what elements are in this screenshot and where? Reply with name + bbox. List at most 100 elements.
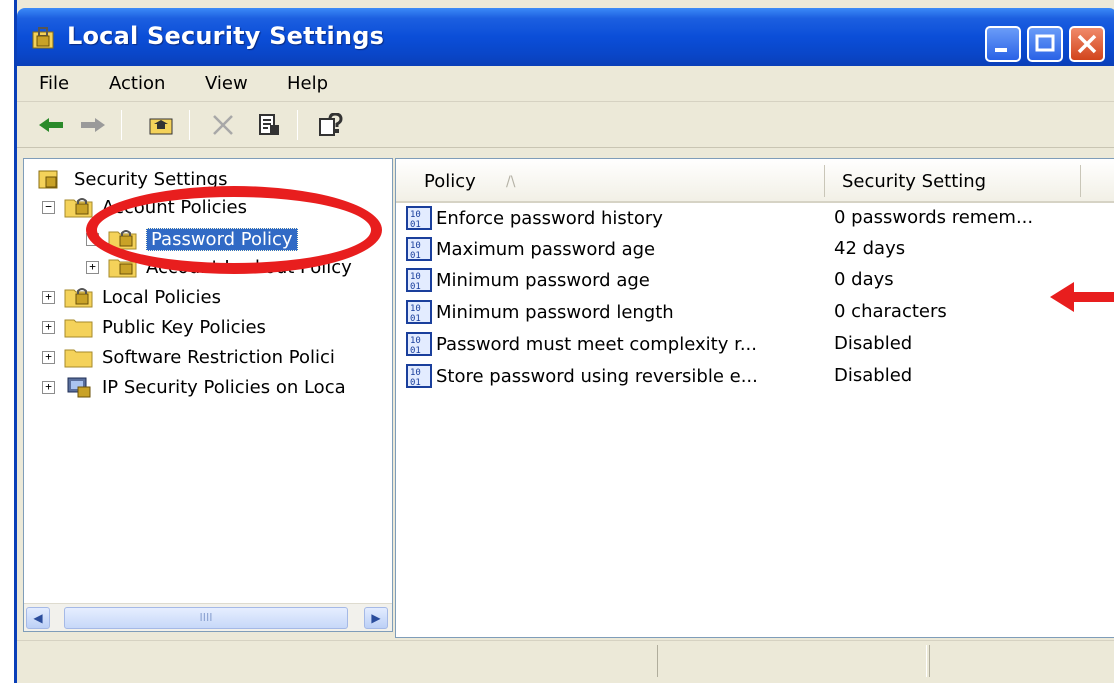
policy-icon: 1001 (406, 206, 432, 230)
svg-text:10: 10 (410, 368, 421, 378)
column-header-security-setting[interactable]: Security Setting (842, 171, 986, 192)
forward-icon (81, 118, 105, 132)
up-folder-button[interactable] (145, 110, 177, 140)
title-bar[interactable]: Local Security Settings (17, 8, 1114, 66)
tree-label: Public Key Policies (102, 316, 266, 338)
policy-setting: 0 characters (834, 301, 947, 322)
toolbar (17, 102, 1114, 148)
tree-item-software-restriction-policies[interactable]: Software Restriction Polici (64, 343, 335, 371)
policy-row[interactable]: 10 01 Store password using reversible e..… (406, 361, 758, 391)
svg-text:10: 10 (410, 241, 421, 251)
toolbar-separator (121, 110, 122, 140)
locked-folder-icon (64, 198, 93, 218)
tree-label: IP Security Policies on Loca (102, 376, 346, 398)
svg-text:01: 01 (410, 346, 421, 356)
maximize-button[interactable] (1027, 26, 1063, 62)
svg-text:01: 01 (410, 220, 421, 230)
help-icon (319, 113, 343, 136)
policy-row[interactable]: 10 01 Password must meet complexity r... (406, 329, 757, 359)
svg-text:01: 01 (410, 314, 421, 324)
policy-setting: 0 passwords remem... (834, 207, 1034, 228)
status-panel (929, 645, 1114, 677)
maximize-icon (1035, 34, 1055, 52)
close-icon (1077, 34, 1097, 54)
folder-icon (64, 349, 93, 368)
tree-item-public-key-policies[interactable]: Public Key Policies (64, 313, 266, 341)
svg-text:10: 10 (410, 272, 421, 282)
locked-folder-icon (64, 288, 93, 308)
tree-label: Local Policies (102, 286, 221, 308)
folder-icon (64, 319, 93, 338)
close-button[interactable] (1069, 26, 1105, 62)
properties-button[interactable] (253, 110, 285, 140)
menu-action[interactable]: Action (109, 73, 165, 94)
local-security-settings-window: Local Security Settings File Action View… (14, 0, 1114, 683)
policy-list-pane: Policy /\ Security Setting 10 01 Enforce … (395, 158, 1114, 638)
policy-row[interactable]: 10 01 Minimum password age (406, 265, 650, 295)
policy-icon: 1001 (406, 332, 432, 356)
policy-setting: Disabled (834, 365, 913, 386)
policy-icon: 1001 (406, 364, 432, 388)
menu-help[interactable]: Help (287, 73, 328, 94)
security-settings-icon (32, 27, 54, 49)
expand-toggle[interactable]: + (42, 351, 55, 364)
policy-icon: 1001 (406, 237, 432, 261)
back-icon (39, 118, 63, 132)
expand-toggle[interactable]: + (42, 381, 55, 394)
ip-security-icon (67, 377, 91, 398)
policy-setting: Disabled (834, 333, 913, 354)
policy-row[interactable]: 10 01 Minimum password length (406, 297, 674, 327)
minimize-icon (995, 48, 1007, 52)
scroll-thumb[interactable]: IIII (64, 607, 348, 629)
menu-file[interactable]: File (39, 73, 69, 94)
minimize-button[interactable] (985, 26, 1021, 62)
svg-text:01: 01 (410, 282, 421, 292)
collapse-toggle[interactable]: − (42, 201, 55, 214)
column-divider[interactable] (824, 165, 825, 197)
svg-text:10: 10 (410, 304, 421, 314)
toolbar-separator (189, 110, 190, 140)
expand-toggle[interactable]: + (86, 261, 99, 274)
status-panel (657, 645, 927, 677)
menu-view[interactable]: View (205, 73, 248, 94)
back-button[interactable] (35, 110, 67, 140)
expand-toggle[interactable]: + (42, 321, 55, 334)
scroll-left-button[interactable]: ◀ (26, 607, 50, 629)
horizontal-scrollbar[interactable]: ◀ IIII ▶ (24, 603, 392, 631)
policy-name: Minimum password age (436, 269, 650, 291)
properties-icon (259, 114, 279, 135)
policy-setting: 42 days (834, 238, 906, 259)
toolbar-separator (297, 110, 298, 140)
tree-item-ip-security-policies[interactable]: IP Security Policies on Loca (64, 373, 346, 401)
security-settings-icon (38, 170, 58, 189)
svg-text:01: 01 (410, 378, 421, 388)
window-title: Local Security Settings (67, 22, 385, 50)
column-header-policy[interactable]: Policy (424, 171, 476, 192)
forward-button[interactable] (77, 110, 109, 140)
policy-icon: 1001 (406, 300, 432, 324)
tree-item-local-policies[interactable]: Local Policies (64, 283, 221, 311)
policy-icon: 1001 (406, 268, 432, 292)
menu-bar: File Action View Help (17, 66, 1114, 102)
delete-button[interactable] (207, 110, 239, 140)
column-divider[interactable] (1080, 165, 1081, 197)
list-header: Policy /\ Security Setting (396, 159, 1114, 203)
svg-text:01: 01 (410, 251, 421, 261)
expand-toggle[interactable]: + (42, 291, 55, 304)
policy-name: Password must meet complexity r... (436, 333, 757, 355)
policy-row[interactable]: 10 01 Maximum password age (406, 234, 655, 264)
scroll-right-button[interactable]: ▶ (364, 607, 388, 629)
policy-name: Maximum password age (436, 238, 656, 260)
policy-setting: 0 days (834, 269, 894, 290)
svg-text:10: 10 (410, 210, 421, 220)
policy-name: Enforce password history (436, 207, 663, 229)
policy-name: Minimum password length (436, 301, 674, 323)
delete-icon (213, 115, 233, 135)
status-bar (17, 640, 1114, 683)
help-button[interactable] (315, 110, 347, 140)
svg-text:10: 10 (410, 336, 421, 346)
red-arrow-annotation (1050, 282, 1114, 312)
policy-name: Store password using reversible e... (436, 365, 758, 387)
policy-row[interactable]: 10 01 Enforce password history (406, 203, 663, 233)
highlight-circle-annotation (86, 186, 382, 274)
